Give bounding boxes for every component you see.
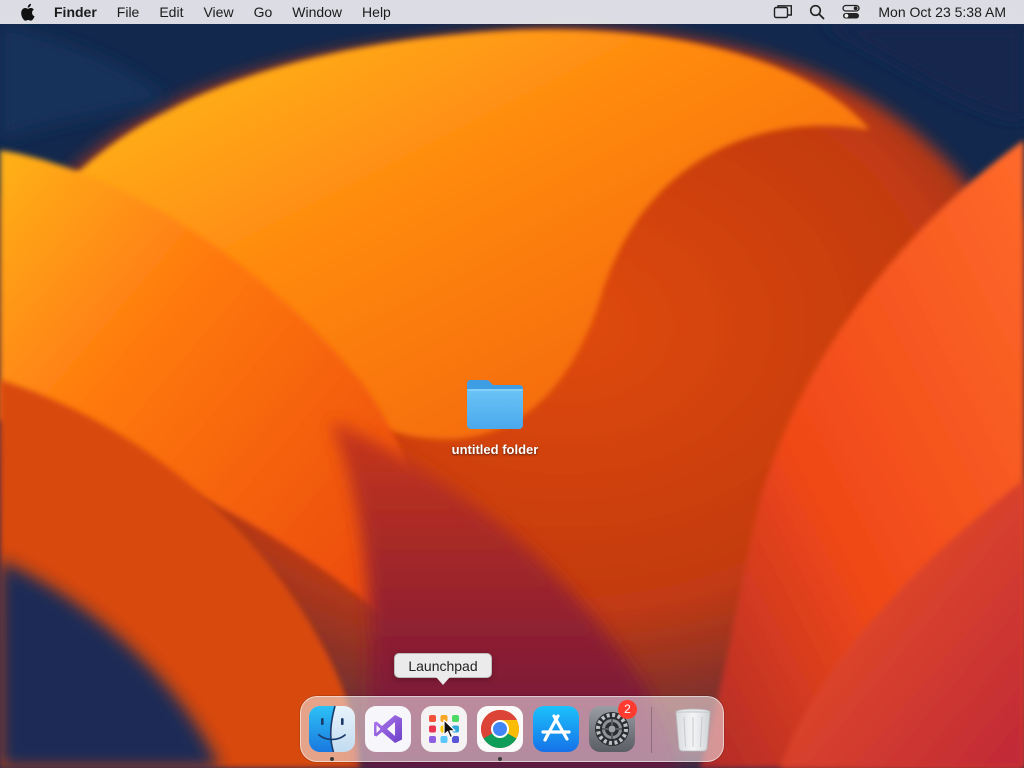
control-center-icon[interactable] — [836, 0, 866, 24]
menu-bar: Finder File Edit View Go Window Help Mon… — [0, 0, 1024, 24]
folder-label: untitled folder — [451, 442, 539, 457]
dock-item-finder[interactable] — [308, 705, 356, 753]
trash-icon — [675, 708, 711, 752]
screen-mirroring-icon[interactable] — [768, 0, 798, 24]
menu-view[interactable]: View — [193, 0, 243, 24]
dock-item-visual-studio[interactable] — [364, 705, 412, 753]
desktop-folder[interactable]: untitled folder — [440, 376, 550, 457]
chrome-icon — [477, 706, 523, 752]
app-store-icon — [533, 706, 579, 752]
notification-badge: 2 — [618, 700, 637, 719]
spotlight-search-icon[interactable] — [802, 0, 832, 24]
visual-studio-icon — [365, 706, 411, 752]
dock-tooltip-arrow — [436, 677, 450, 685]
dock-running-indicator — [498, 757, 502, 761]
menu-help[interactable]: Help — [352, 0, 401, 24]
dock: 2 — [300, 696, 724, 762]
menu-file[interactable]: File — [107, 0, 150, 24]
menu-go[interactable]: Go — [244, 0, 283, 24]
menu-edit[interactable]: Edit — [149, 0, 193, 24]
folder-icon — [467, 380, 523, 429]
apple-logo-icon[interactable] — [18, 3, 36, 21]
dock-item-chrome[interactable] — [476, 705, 524, 753]
finder-icon — [309, 705, 355, 753]
dock-separator — [651, 707, 652, 753]
dock-item-system-settings[interactable]: 2 — [588, 700, 637, 753]
desktop: Finder File Edit View Go Window Help Mon… — [0, 0, 1024, 768]
dock-running-indicator — [330, 757, 334, 761]
menu-window[interactable]: Window — [282, 0, 352, 24]
menu-app-finder[interactable]: Finder — [52, 0, 107, 24]
menu-bar-clock[interactable]: Mon Oct 23 5:38 AM — [868, 0, 1024, 24]
dock-item-app-store[interactable] — [532, 705, 580, 753]
dock-item-trash[interactable] — [669, 705, 717, 753]
mouse-cursor — [443, 719, 456, 739]
dock-tooltip: Launchpad — [394, 653, 492, 678]
